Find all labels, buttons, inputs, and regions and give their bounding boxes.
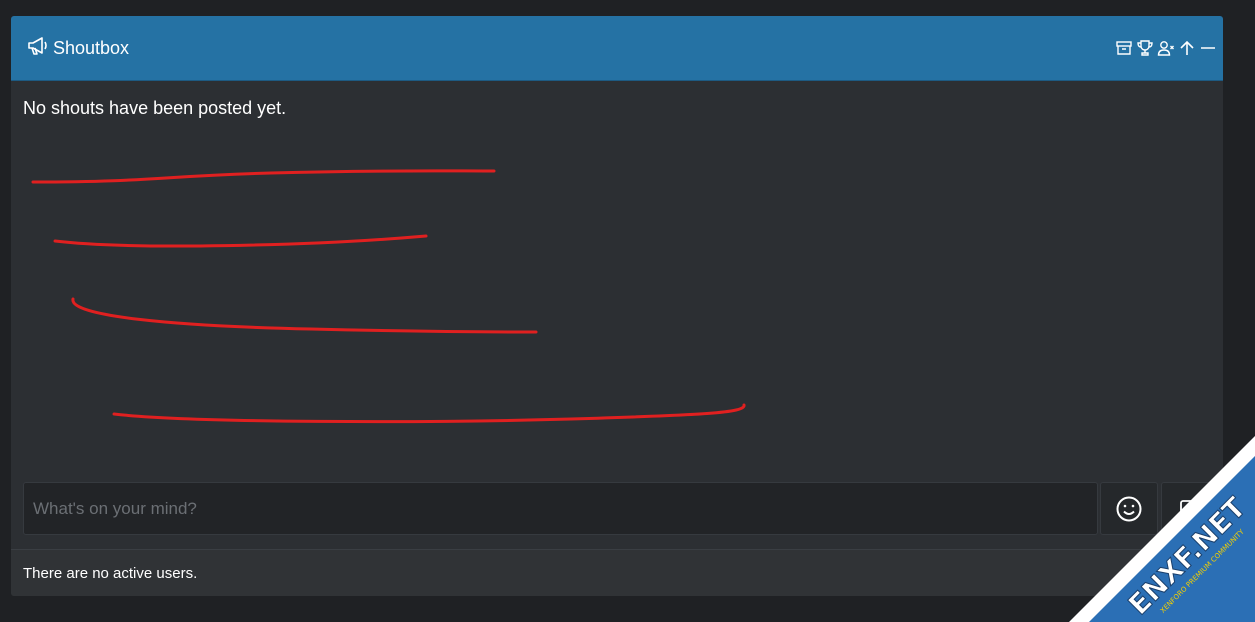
watermark-logo: ENXF.NET XENFORO PREMIUM COMMUNITY xyxy=(1065,432,1255,622)
scribble-line-3 xyxy=(71,297,538,334)
shout-input[interactable] xyxy=(23,482,1098,535)
scribble-line-4 xyxy=(112,403,746,424)
scribble-line-2 xyxy=(53,234,428,248)
shout-composer xyxy=(23,482,1223,537)
red-scribble-annotation xyxy=(31,169,746,424)
active-users-text: There are no active users. xyxy=(23,564,198,582)
shoutbox-panel: Shoutbox No shouts have been posted yet.… xyxy=(11,16,1223,596)
scribble-line-1 xyxy=(31,169,496,184)
active-users-footer: There are no active users. xyxy=(11,549,1223,596)
